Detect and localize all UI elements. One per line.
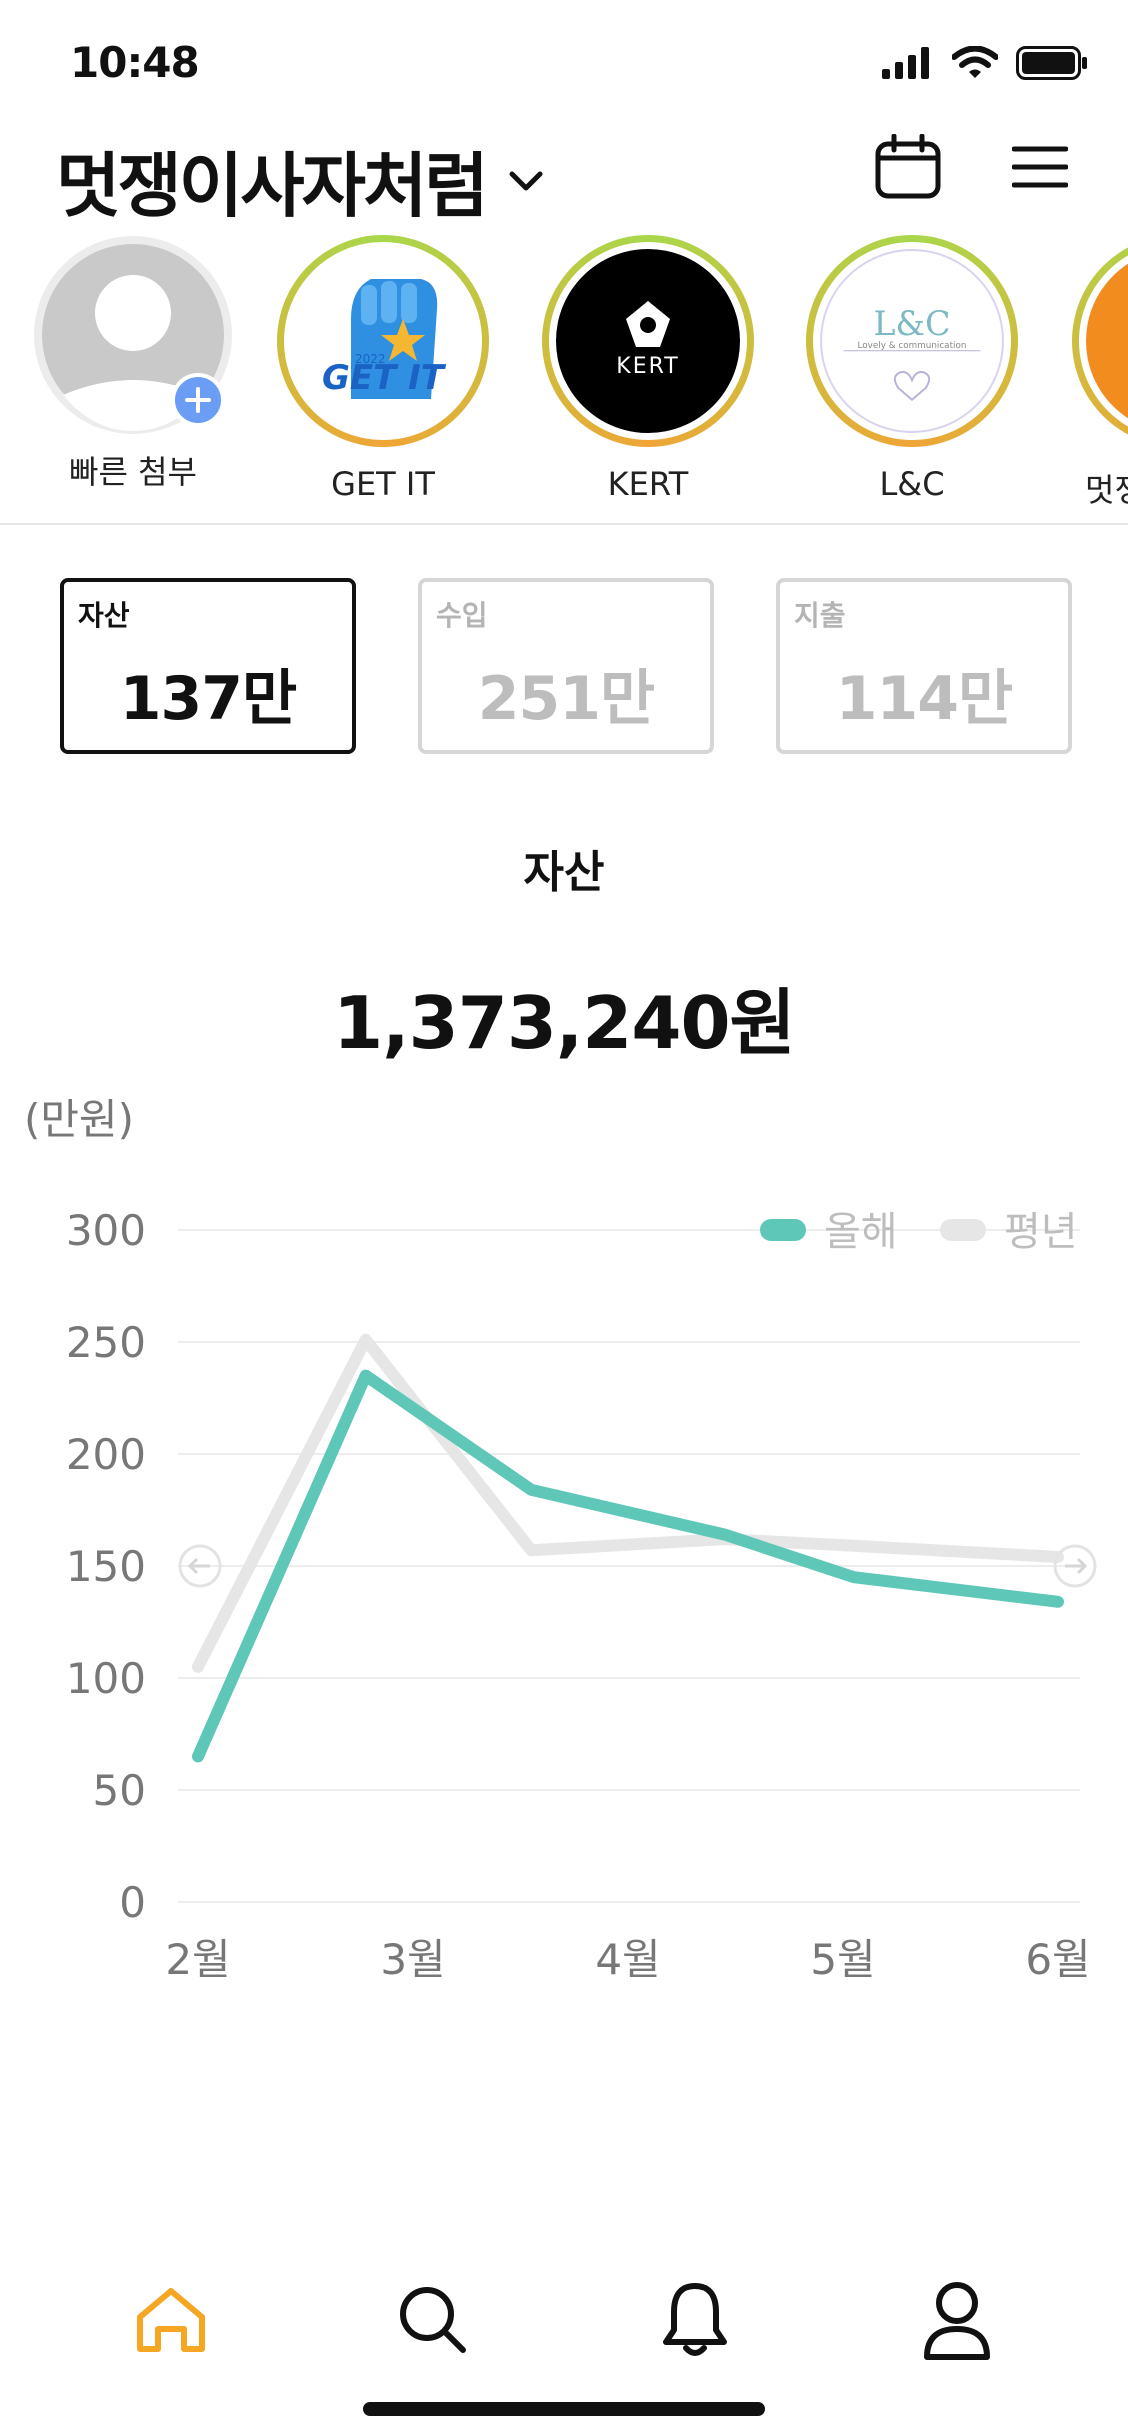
menu-icon[interactable]: [1012, 143, 1068, 191]
status-icons: [882, 46, 1088, 80]
tab-label: 자산: [78, 599, 130, 632]
nav-profile[interactable]: [897, 2270, 1017, 2370]
tab-assets[interactable]: 자산 137만: [60, 578, 356, 754]
arrow-left-icon: [187, 1557, 210, 1575]
story-ring: [1072, 235, 1128, 447]
club-list: 빠른 첨부 GET IT 2022 GET IT KERT KERT L&C L…: [0, 235, 1128, 520]
tab-value: 251만: [477, 664, 655, 734]
svg-text:KERT: KERT: [616, 354, 679, 379]
legend-swatch-1: [940, 1219, 986, 1241]
y-tick-label: 200: [66, 1430, 146, 1479]
story-ring: KERT: [542, 235, 754, 447]
svg-text:Lovely & communication: Lovely & communication: [858, 341, 967, 351]
user-icon: [924, 2282, 990, 2360]
home-icon: [137, 2288, 205, 2352]
x-tick-label: 2월: [165, 1935, 230, 1984]
x-tick-label: 5월: [810, 1935, 875, 1984]
y-tick-label: 0: [119, 1878, 146, 1927]
tab-label: 지출: [794, 599, 846, 632]
tab-value: 137만: [119, 664, 297, 734]
legend-label-1: 평년: [1004, 1209, 1078, 1255]
club-likelion[interactable]: 멋쟁: [1063, 235, 1128, 511]
line-chart: 0 50 100 150 200 250 300 2월 3월 4월 5월 6월 올해 평년: [66, 1206, 1097, 1984]
header-actions: [874, 134, 1068, 200]
y-tick-label: 300: [66, 1206, 146, 1255]
asset-chart: (만원) 0 50 100 150 200 250 300 2월 3월 4월 5월 6월 올해 평년: [0, 1080, 1128, 2020]
y-tick-label: 150: [66, 1542, 146, 1591]
group-title: 멋쟁이사자처럼: [56, 145, 489, 227]
cellular-signal-icon: [882, 47, 929, 79]
group-selector[interactable]: 멋쟁이사자처럼: [56, 130, 544, 231]
home-indicator: [363, 2402, 765, 2416]
header: 멋쟁이사자처럼: [0, 120, 1128, 230]
story-ring: L&C Lovely & communication: [806, 235, 1018, 447]
section-title: 자산: [523, 847, 605, 898]
chevron-down-icon: [509, 171, 543, 190]
story-label: 빠른 첨부: [69, 453, 197, 491]
lnc-logo: L&C Lovely & communication: [820, 249, 1004, 433]
total-amount: 1,373,240원: [333, 981, 796, 1065]
tab-income[interactable]: 수입 251만: [418, 578, 714, 754]
status-bar: 10:48: [0, 0, 1128, 110]
x-tick-label: 4월: [595, 1935, 660, 1984]
x-tick-label: 6월: [1025, 1935, 1090, 1984]
series-line-1: [192, 1333, 1064, 1673]
y-tick-label: 250: [66, 1318, 146, 1367]
search-icon: [400, 2287, 466, 2353]
y-axis-unit: (만원): [24, 1095, 135, 1144]
svg-text:L&C: L&C: [873, 304, 950, 343]
club-getit[interactable]: GET IT 2022 GET IT: [268, 235, 498, 503]
nav-home[interactable]: [111, 2270, 231, 2370]
calendar-icon[interactable]: [874, 134, 942, 200]
avatar: [33, 235, 233, 435]
quick-attach[interactable]: 빠른 첨부: [18, 235, 248, 493]
kert-logo: KERT: [556, 249, 740, 433]
tab-expense[interactable]: 지출 114만: [776, 578, 1072, 754]
arrow-right-icon: [1065, 1557, 1088, 1575]
divider: [0, 523, 1128, 525]
story-label: L&C: [879, 465, 945, 503]
wifi-icon: [952, 46, 998, 78]
y-tick-label: 50: [93, 1766, 146, 1815]
tab-value: 114만: [835, 664, 1013, 734]
status-time: 10:48: [70, 38, 200, 87]
y-tick-label: 100: [66, 1654, 146, 1703]
nav-search[interactable]: [373, 2270, 493, 2370]
svg-text:2022: 2022: [355, 352, 386, 366]
story-ring: GET IT 2022: [277, 235, 489, 447]
likelion-logo: [1086, 249, 1128, 433]
getit-logo: GET IT 2022: [291, 249, 475, 433]
summary-tabs: 자산 137만 수입 251만 지출 114만: [60, 578, 1072, 754]
battery-icon: [1016, 46, 1087, 80]
story-label: 멋쟁: [1085, 471, 1128, 509]
tab-label: 수입: [436, 599, 488, 632]
story-label: GET IT: [331, 465, 435, 503]
add-icon[interactable]: [171, 373, 225, 427]
club-lnc[interactable]: L&C Lovely & communication L&C: [797, 235, 1027, 503]
x-tick-label: 3월: [380, 1935, 445, 1984]
story-label: KERT: [607, 465, 689, 503]
legend-label-0: 올해: [824, 1209, 898, 1255]
bottom-nav: [0, 2270, 1128, 2410]
bell-icon: [663, 2283, 727, 2356]
club-kert[interactable]: KERT KERT: [533, 235, 763, 503]
legend-swatch-0: [760, 1219, 806, 1241]
nav-notifications[interactable]: [635, 2270, 755, 2370]
